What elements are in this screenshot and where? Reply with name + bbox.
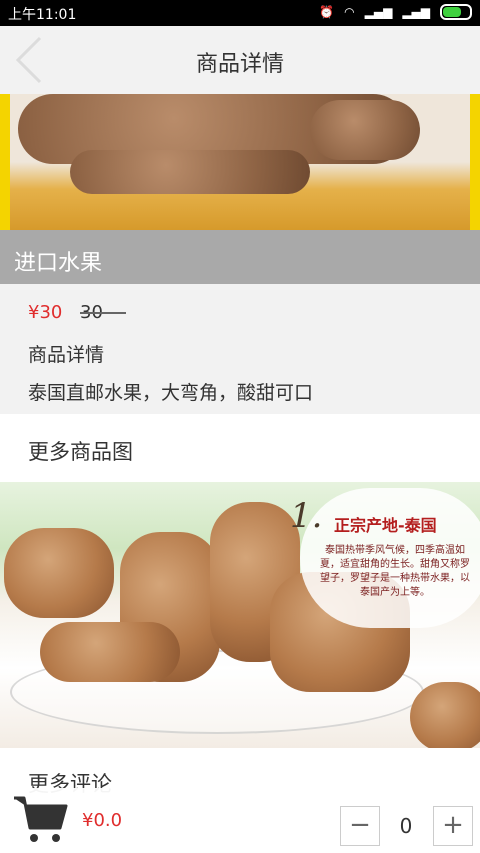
increase-quantity-button[interactable]: + [433,806,473,846]
tamarind [410,682,480,748]
cart-total: ¥0.0 [82,810,123,831]
promo-body: 泰国热带季风气候，四季高温如夏，适宜甜角的生长。甜角又称罗望子，罗望子是一种热带… [320,545,470,598]
product-banner-image[interactable] [0,94,480,230]
price-section: ¥30 30 商品详情 泰国直邮水果，大弯角，酸甜可口 [0,284,480,414]
status-time: 上午11:01 [8,7,77,23]
status-icons: ⏰ ◠ ▂▄▆ ▂▄▆ [319,4,472,20]
promo-image[interactable]: 1. 正宗产地-泰国 泰国热带季风气候，四季高温如夏，适宜甜角的生长。甜角又称罗… [0,482,480,748]
header-bar: 商品详情 [0,26,480,94]
banner-photo [10,94,470,230]
promo-number: 1. [290,496,323,536]
tamarind-pod [310,100,420,160]
page-title: 商品详情 [195,52,284,77]
battery-icon [440,4,472,20]
detail-label: 商品详情 [28,344,105,366]
tamarind [4,528,114,618]
product-name-row: 进口水果 [0,230,480,284]
signal-icon: ▂▄▆ [364,5,393,19]
signal-icon-2: ▂▄▆ [402,5,430,19]
detail-text: 泰国直邮水果，大弯角，酸甜可口 [28,382,314,404]
promo-heading: 正宗产地-泰国 [334,516,437,535]
tamarind [40,622,180,682]
wifi-icon: ◠ [344,5,355,19]
alarm-icon: ⏰ [319,5,335,19]
product-name: 进口水果 [14,251,103,276]
status-bar: 上午11:01 ⏰ ◠ ▂▄▆ ▂▄▆ [0,0,480,26]
tamarind-pod [70,150,310,194]
strike-line [80,312,126,314]
cart-icon[interactable] [12,792,68,848]
quantity-value: 0 [399,814,413,838]
decrease-quantity-button[interactable]: − [340,806,380,846]
price: ¥30 [28,302,63,323]
more-images-title: 更多商品图 [28,440,133,464]
